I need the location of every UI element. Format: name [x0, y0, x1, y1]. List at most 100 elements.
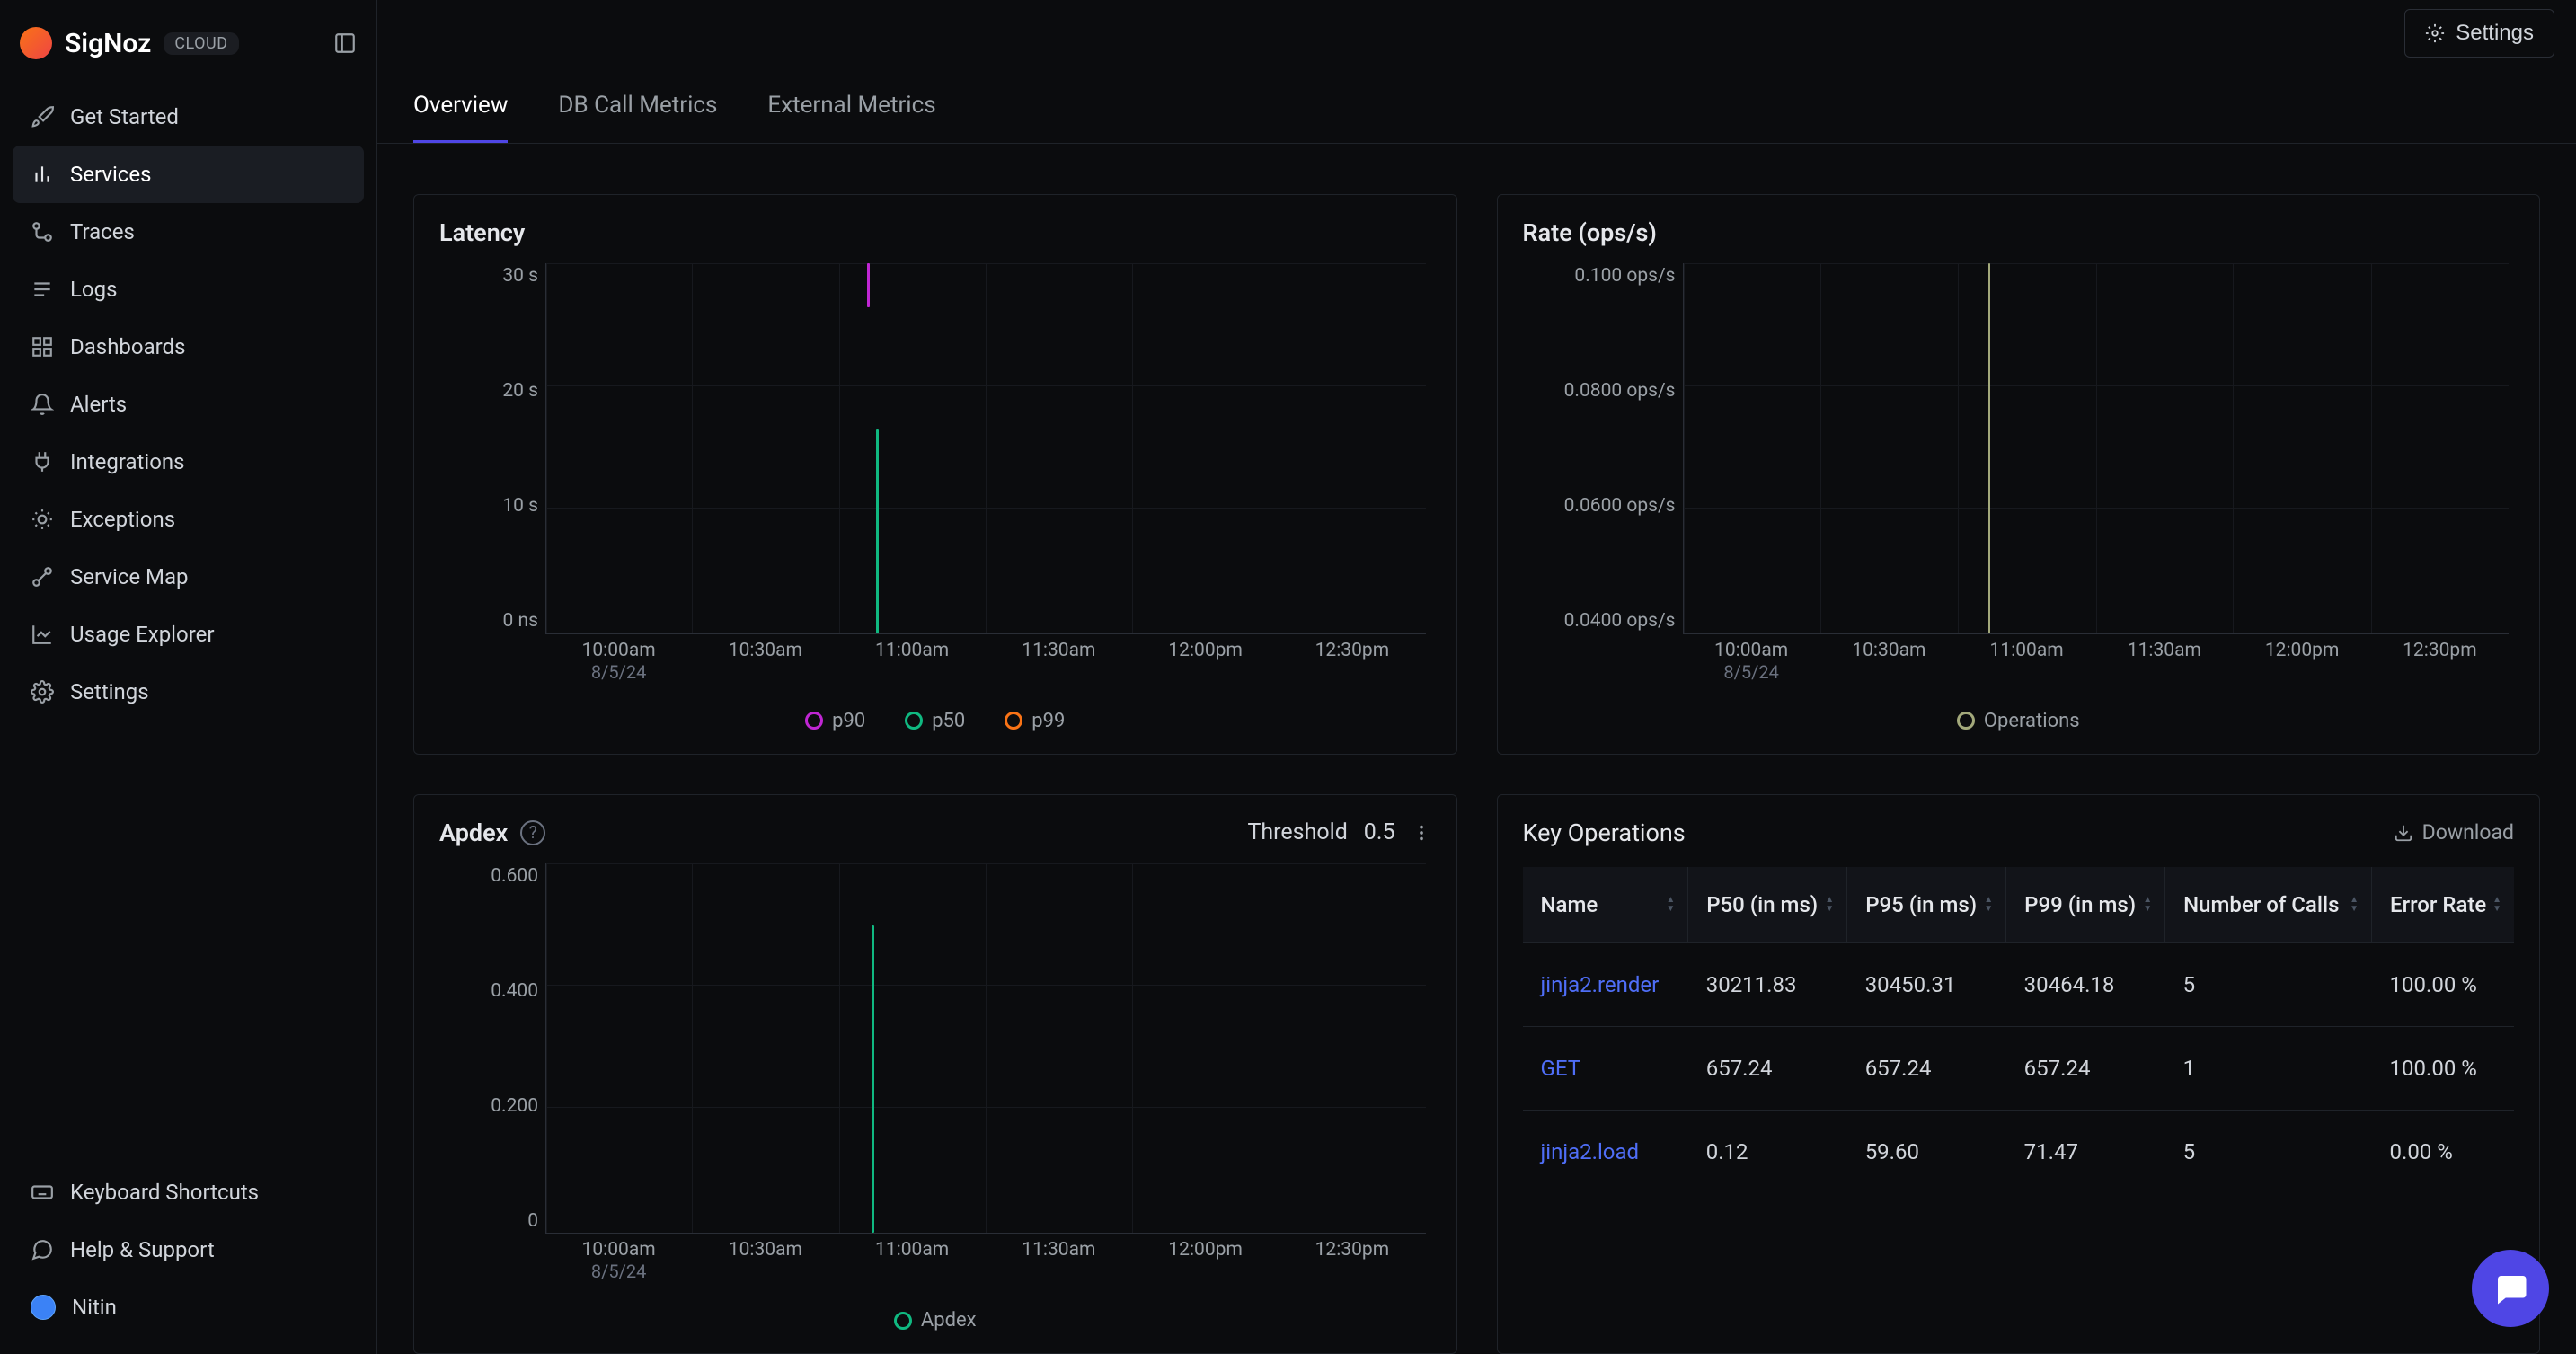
op-name-link[interactable]: jinja2.load — [1523, 1110, 1688, 1193]
user-row[interactable]: Nitin — [13, 1279, 364, 1336]
sidebar-item-logs[interactable]: Logs — [13, 261, 364, 318]
swatch — [905, 712, 923, 730]
cell: 0.00 % — [2372, 1110, 2514, 1193]
page-settings-button[interactable]: Settings — [2404, 9, 2554, 58]
rate-panel: Rate (ops/s) 0.100 ops/s 0.0800 ops/s 0.… — [1497, 194, 2541, 755]
y-tick: 30 s — [502, 265, 538, 287]
sidebar-item-settings[interactable]: Settings — [13, 663, 364, 721]
brand-logo — [20, 27, 52, 59]
cell: 59.60 — [1847, 1110, 2006, 1193]
sidebar-bottom: Keyboard Shortcuts Help & Support Nitin — [0, 1160, 376, 1340]
sidebar-item-label: Integrations — [70, 449, 185, 474]
legend-label: p99 — [1031, 710, 1065, 732]
y-axis: 0.600 0.400 0.200 0 — [439, 863, 538, 1235]
key-ops-title: Key Operations — [1523, 819, 1686, 847]
x-tick: 12:00pm — [2234, 640, 2371, 699]
sidebar-item-get-started[interactable]: Get Started — [13, 88, 364, 146]
sidebar-item-label: Keyboard Shortcuts — [70, 1180, 259, 1205]
legend-p99[interactable]: p99 — [1005, 710, 1065, 732]
x-tick: 11:00am — [839, 1239, 986, 1298]
latency-chart[interactable]: 30 s 20 s 10 s 0 ns 10:00am8/5/24 10:30a… — [439, 263, 1431, 699]
content-grid: Latency 30 s 20 s 10 s 0 ns — [377, 144, 2576, 1354]
col-p50[interactable]: P50 (in ms)▲▼ — [1688, 867, 1847, 943]
p90-spike — [867, 263, 870, 307]
y-tick: 0 — [527, 1210, 538, 1232]
op-name-link[interactable]: GET — [1523, 1026, 1688, 1110]
x-tick: 12:30pm — [1279, 1239, 1425, 1298]
download-icon — [2394, 823, 2413, 843]
col-error-rate[interactable]: Error Rate▲▼ — [2372, 867, 2514, 943]
x-axis: 10:00am8/5/24 10:30am 11:00am 11:30am 12… — [545, 640, 1426, 699]
key-ops-table: Name▲▼ P50 (in ms)▲▼ P95 (in ms)▲▼ P99 (… — [1523, 867, 2515, 1193]
chat-bubble-icon — [2492, 1270, 2529, 1307]
legend-apdex[interactable]: Apdex — [894, 1309, 977, 1332]
legend-p90[interactable]: p90 — [805, 710, 865, 732]
threshold-label: Threshold — [1248, 819, 1348, 845]
sidebar-item-label: Help & Support — [70, 1237, 215, 1262]
rate-chart[interactable]: 0.100 ops/s 0.0800 ops/s 0.0600 ops/s 0.… — [1523, 263, 2515, 699]
x-axis: 10:00am8/5/24 10:30am 11:00am 11:30am 12… — [1683, 640, 2510, 699]
col-label: P50 (in ms) — [1706, 892, 1818, 917]
tab-label: Overview — [413, 92, 508, 119]
sidebar-item-help-support[interactable]: Help & Support — [13, 1221, 364, 1279]
table-row: jinja2.load 0.12 59.60 71.47 5 0.00 % — [1523, 1110, 2515, 1193]
col-calls[interactable]: Number of Calls▲▼ — [2165, 867, 2372, 943]
y-tick: 0.0400 ops/s — [1564, 610, 1676, 632]
col-p99[interactable]: P99 (in ms)▲▼ — [2006, 867, 2165, 943]
y-tick: 0.600 — [491, 865, 538, 887]
tab-overview[interactable]: Overview — [413, 74, 508, 143]
apdex-legend: Apdex — [439, 1298, 1431, 1335]
sidebar-item-traces[interactable]: Traces — [13, 203, 364, 261]
sidebar-item-keyboard-shortcuts[interactable]: Keyboard Shortcuts — [13, 1164, 364, 1221]
col-p95[interactable]: P95 (in ms)▲▼ — [1847, 867, 2006, 943]
legend-label: Operations — [1984, 710, 2080, 732]
apdex-header: Apdex ? Threshold 0.5 — [439, 819, 1431, 847]
help-icon[interactable]: ? — [520, 820, 545, 845]
latency-legend: p90 p50 p99 — [439, 699, 1431, 736]
cell: 5 — [2165, 942, 2372, 1026]
download-button[interactable]: Download — [2394, 820, 2514, 845]
sort-icon: ▲▼ — [2350, 897, 2359, 913]
rate-title: Rate (ops/s) — [1523, 218, 2515, 247]
apdex-chart[interactable]: 0.600 0.400 0.200 0 10:00am8/5/24 10:30a… — [439, 863, 1431, 1299]
legend-p50[interactable]: p50 — [905, 710, 965, 732]
sidebar-item-dashboards[interactable]: Dashboards — [13, 318, 364, 376]
op-name-link[interactable]: jinja2.render — [1523, 942, 1688, 1026]
x-axis: 10:00am8/5/24 10:30am 11:00am 11:30am 12… — [545, 1239, 1426, 1298]
more-menu-button[interactable] — [1412, 823, 1431, 843]
rate-legend: Operations — [1523, 699, 2515, 736]
main: Settings Overview DB Call Metrics Extern… — [377, 0, 2576, 1354]
y-tick: 0.200 — [491, 1095, 538, 1117]
y-tick: 0.100 ops/s — [1574, 265, 1675, 287]
plot-area — [1683, 263, 2510, 634]
collapse-sidebar-button[interactable] — [333, 31, 357, 55]
y-tick: 0.0600 ops/s — [1564, 495, 1676, 517]
bell-icon — [31, 393, 54, 416]
latency-panel: Latency 30 s 20 s 10 s 0 ns — [413, 194, 1457, 755]
operations-spike — [1988, 263, 1990, 633]
swatch — [805, 712, 823, 730]
legend-label: p50 — [932, 710, 965, 732]
sidebar-item-service-map[interactable]: Service Map — [13, 548, 364, 606]
download-label: Download — [2422, 820, 2514, 845]
sidebar-item-usage-explorer[interactable]: Usage Explorer — [13, 606, 364, 663]
tabs: Overview DB Call Metrics External Metric… — [377, 58, 2576, 144]
sidebar-item-label: Traces — [70, 219, 135, 244]
col-name[interactable]: Name▲▼ — [1523, 867, 1688, 943]
sidebar-item-label: Exceptions — [70, 507, 175, 532]
swatch — [894, 1312, 912, 1330]
sidebar-item-services[interactable]: Services — [13, 146, 364, 203]
legend-operations[interactable]: Operations — [1957, 710, 2080, 732]
sidebar-item-integrations[interactable]: Integrations — [13, 433, 364, 491]
chat-fab-button[interactable] — [2472, 1250, 2549, 1327]
x-tick: 10:30am — [692, 640, 838, 699]
tab-external-metrics[interactable]: External Metrics — [767, 74, 935, 143]
gear-icon — [31, 680, 54, 704]
sidebar-item-label: Services — [70, 162, 151, 187]
y-tick: 0 ns — [503, 610, 538, 632]
col-label: Error Rate — [2390, 892, 2486, 917]
table-row: GET 657.24 657.24 657.24 1 100.00 % — [1523, 1026, 2515, 1110]
sidebar-item-exceptions[interactable]: Exceptions — [13, 491, 364, 548]
sidebar-item-alerts[interactable]: Alerts — [13, 376, 364, 433]
tab-db-call-metrics[interactable]: DB Call Metrics — [558, 74, 717, 143]
